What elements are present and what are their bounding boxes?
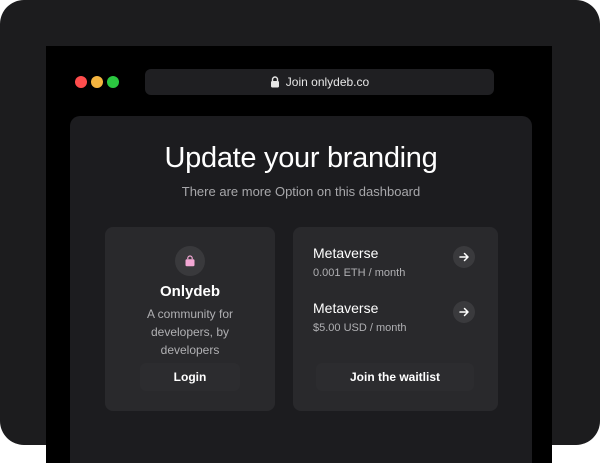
brand-card: Onlydeb A community for developers, by d… [105, 227, 275, 411]
lock-icon [270, 76, 279, 88]
address-text: Join onlydeb.co [285, 75, 370, 89]
brand-avatar [175, 246, 205, 276]
device-frame: Join onlydeb.co Update your branding The… [0, 0, 600, 463]
plan-name: Metaverse [313, 245, 379, 261]
brand-name: Onlydeb [159, 283, 220, 300]
address-bar[interactable]: Join onlydeb.co [145, 69, 494, 95]
branding-panel: Update your branding There are more Opti… [70, 116, 532, 463]
browser-window: Join onlydeb.co Update your branding The… [46, 46, 552, 463]
join-waitlist-button[interactable]: Join the waitlist [316, 363, 474, 391]
plans-card: Metaverse 0.001 ETH / month Metaverse $5… [293, 227, 498, 411]
arrow-right-icon [459, 252, 469, 262]
arrow-right-icon [459, 307, 469, 317]
plan-price: $5.00 USD / month [313, 322, 407, 334]
plan-price: 0.001 ETH / month [313, 267, 406, 279]
window-close-button[interactable] [75, 76, 87, 88]
brand-description: A community for developers, by developer… [146, 307, 234, 357]
plan-arrow-button[interactable] [453, 246, 475, 268]
plan-item[interactable]: Metaverse 0.001 ETH / month [313, 245, 483, 281]
login-button[interactable]: Login [140, 363, 240, 391]
plan-name: Metaverse [313, 300, 379, 316]
shopping-bag-icon [185, 255, 195, 267]
plan-arrow-button[interactable] [453, 301, 475, 323]
page-subtitle: There are more Option on this dashboard [181, 184, 421, 199]
page-title: Update your branding [164, 142, 438, 174]
plan-item[interactable]: Metaverse $5.00 USD / month [313, 300, 483, 336]
window-minimize-button[interactable] [91, 76, 103, 88]
window-maximize-button[interactable] [107, 76, 119, 88]
